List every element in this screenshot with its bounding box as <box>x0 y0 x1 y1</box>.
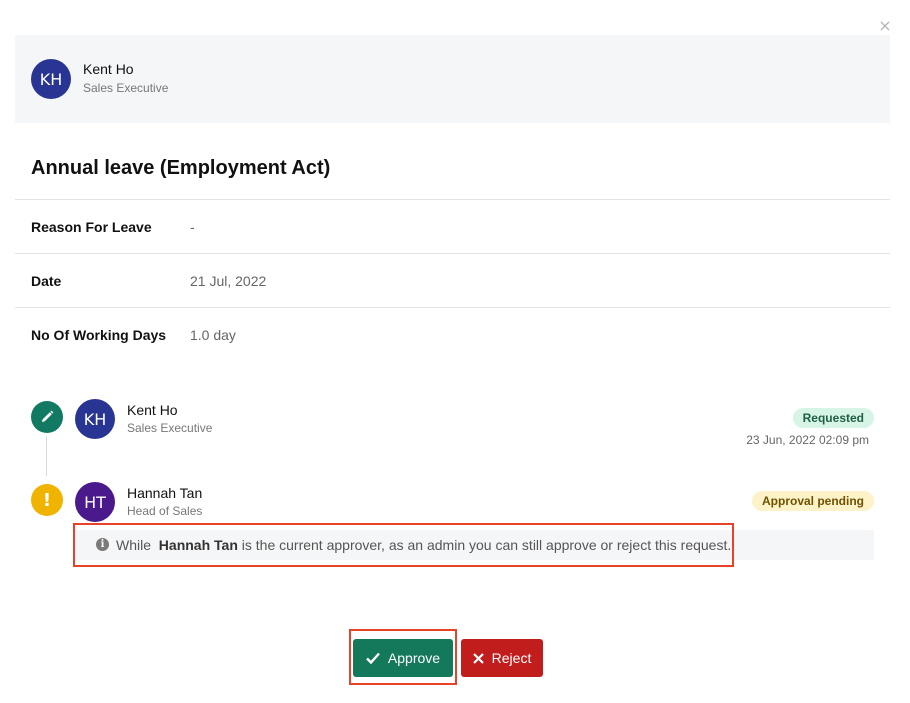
detail-value: - <box>190 219 195 235</box>
approver-name: Hannah Tan <box>158 537 238 553</box>
pencil-icon <box>31 401 63 433</box>
avatar: KH <box>75 399 115 439</box>
detail-row-date: Date 21 Jul, 2022 <box>15 253 890 307</box>
avatar: KH <box>31 59 71 99</box>
info-icon: i <box>96 538 109 551</box>
detail-row-reason: Reason For Leave - <box>15 199 890 253</box>
approver-notice: i While Hannah Tan is the current approv… <box>74 530 874 560</box>
employee-role: Sales Executive <box>83 81 169 95</box>
reject-label: Reject <box>491 650 532 666</box>
detail-value: 21 Jul, 2022 <box>190 273 267 289</box>
timeline-name: Hannah Tan <box>127 485 203 501</box>
detail-label: Reason For Leave <box>31 219 152 235</box>
timeline-role: Sales Executive <box>127 421 213 435</box>
exclamation-icon: ! <box>31 484 63 516</box>
approve-button[interactable]: Approve <box>353 639 453 677</box>
timeline-role: Head of Sales <box>127 504 203 518</box>
detail-row-working-days: No Of Working Days 1.0 day <box>15 307 890 361</box>
detail-label: Date <box>31 273 62 289</box>
page-title: Annual leave (Employment Act) <box>31 157 331 179</box>
approve-label: Approve <box>387 650 441 666</box>
status-badge: Requested <box>792 408 874 428</box>
close-icon <box>472 652 484 664</box>
avatar: HT <box>75 482 115 522</box>
notice-text: While Hannah Tan is the current approver… <box>116 537 732 553</box>
close-icon[interactable]: × <box>876 17 894 35</box>
detail-label: No Of Working Days <box>31 327 167 343</box>
timeline-connector <box>46 436 47 476</box>
employee-header-card: KH Kent Ho Sales Executive <box>15 35 890 123</box>
check-icon <box>366 652 380 664</box>
reject-button[interactable]: Reject <box>461 639 543 677</box>
timeline-name: Kent Ho <box>127 402 178 418</box>
employee-name: Kent Ho <box>83 61 134 77</box>
status-badge: Approval pending <box>752 491 874 511</box>
detail-value: 1.0 day <box>190 327 236 343</box>
timeline-date: 23 Jun, 2022 02:09 pm <box>746 433 869 447</box>
